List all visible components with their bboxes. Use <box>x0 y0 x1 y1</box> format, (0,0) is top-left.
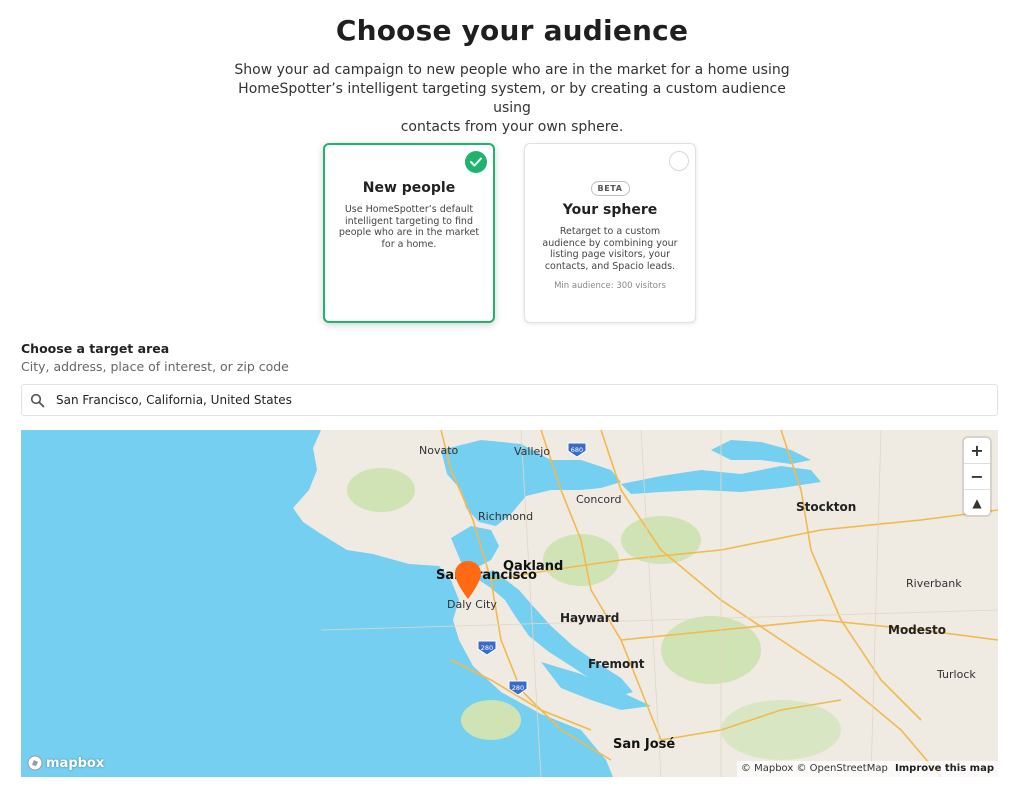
place-label: San Francisco <box>436 568 537 583</box>
intro-line: HomeSpotter’s intelligent targeting syst… <box>238 81 786 116</box>
mapbox-logo-icon <box>27 755 43 771</box>
place-label: Modesto <box>888 623 947 637</box>
improve-map-link[interactable]: Improve this map <box>895 763 994 774</box>
zoom-out-button[interactable]: − <box>964 464 990 490</box>
card-description: Retarget to a custom audience by combini… <box>542 226 678 272</box>
target-area-label: Choose a target area <box>21 341 170 356</box>
highway-shield-icon: 680 <box>567 442 587 462</box>
place-label: Vallejo <box>514 445 551 458</box>
page-intro: Show your ad campaign to new people who … <box>232 61 792 137</box>
map-zoom-controls: + − ▲ <box>964 438 990 515</box>
intro-line: contacts from your own sphere. <box>400 119 624 135</box>
map[interactable]: Novato Vallejo Concord Richmond Stockton… <box>21 430 998 777</box>
place-label: Turlock <box>937 668 976 681</box>
target-area-hint: City, address, place of interest, or zip… <box>21 359 289 374</box>
compass-button[interactable]: ▲ <box>964 490 990 515</box>
location-pin-icon[interactable] <box>454 560 482 604</box>
place-label: Richmond <box>478 510 534 523</box>
search-input[interactable] <box>56 385 986 415</box>
map-base <box>21 430 998 777</box>
place-label: Fremont <box>588 657 645 671</box>
card-title: Your sphere <box>562 202 658 218</box>
shield-number: 680 <box>571 446 583 454</box>
map-attribution: © Mapbox © OpenStreetMap Improve this ma… <box>736 761 998 777</box>
shield-number: 280 <box>481 644 493 652</box>
mapbox-logo[interactable]: mapbox <box>27 755 104 771</box>
place-label: Hayward <box>560 611 620 625</box>
shield-number: 280 <box>512 684 524 692</box>
mapbox-logo-text: mapbox <box>46 755 105 771</box>
place-label: Stockton <box>796 500 857 514</box>
min-audience-note: Min audience: 300 visitors <box>554 281 666 291</box>
target-area-search[interactable] <box>21 384 998 416</box>
place-label: Concord <box>576 493 622 506</box>
highway-shield-icon: 280 <box>477 640 497 660</box>
intro-line: Show your ad campaign to new people who … <box>234 62 790 78</box>
highway-shield-icon: 280 <box>508 680 528 700</box>
radio-button[interactable] <box>669 151 689 171</box>
beta-badge: BETA <box>590 181 630 196</box>
card-description: Use HomeSpotter’s default intelligent ta… <box>338 204 480 250</box>
place-label: Novato <box>419 444 459 457</box>
new-people-card[interactable]: New people Use HomeSpotter’s default int… <box>323 143 495 323</box>
page-title: Choose your audience <box>335 14 689 47</box>
your-sphere-card[interactable]: BETA Your sphere Retarget to a custom au… <box>524 143 696 323</box>
card-title: New people <box>362 180 456 196</box>
place-label: San José <box>613 737 676 752</box>
search-icon <box>30 393 45 412</box>
check-icon <box>465 151 487 173</box>
zoom-in-button[interactable]: + <box>964 438 990 464</box>
place-label: Riverbank <box>906 577 962 590</box>
attribution-text: © Mapbox © OpenStreetMap <box>740 763 888 774</box>
